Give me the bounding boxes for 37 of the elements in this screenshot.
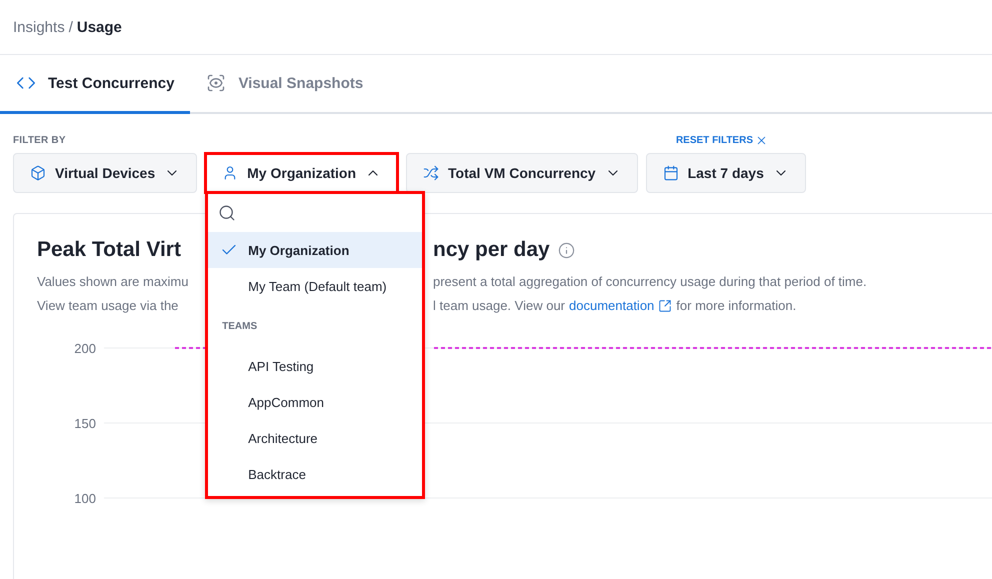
description-text: l team usage. View our xyxy=(433,297,565,315)
filter-dropdown[interactable]: Total VM Concurrency xyxy=(406,153,638,193)
description-text: Values shown are maximu xyxy=(37,273,190,291)
description-text: View team usage via the xyxy=(37,297,180,315)
menu-option[interactable]: Backtrace xyxy=(208,456,422,492)
close-icon xyxy=(755,134,768,147)
description-text: present a total aggregation of concurrency usage during that period of time. xyxy=(433,273,868,291)
menu-option[interactable]: AppCommon xyxy=(208,384,422,420)
menu-option[interactable]: API Testing xyxy=(208,348,422,384)
chart-title: ncy per day xyxy=(433,238,550,262)
axis-tick-label: 100 xyxy=(74,491,96,506)
filter-label: FILTER BY xyxy=(13,135,66,146)
breadcrumb-item: Usage xyxy=(76,18,122,36)
reset-filters-link[interactable]: RESET FILTERS xyxy=(676,134,768,147)
tab[interactable]: Test Concurrency xyxy=(0,55,190,114)
group-heading: TEAMS xyxy=(221,320,258,334)
menu-option[interactable]: My Team (Default team) xyxy=(208,268,422,304)
description-text: for more information. xyxy=(676,297,796,315)
filter-dropdown[interactable]: Virtual Devices xyxy=(13,153,198,193)
axis-tick-label: 200 xyxy=(74,341,96,356)
menu-option[interactable]: Architecture xyxy=(208,420,422,456)
breadcrumb-item[interactable]: Insights xyxy=(13,18,65,36)
shuffle-arrows-icon xyxy=(423,165,440,181)
calendar-icon xyxy=(662,165,679,181)
eye-icon xyxy=(206,73,226,93)
filter-dropdown[interactable]: My Organization xyxy=(205,153,398,193)
external-link-icon xyxy=(658,299,672,313)
filter-dropdown[interactable]: Last 7 days xyxy=(646,153,806,193)
chart-title: Peak Total Virt xyxy=(37,238,182,262)
info-icon xyxy=(558,242,575,258)
documentation-link[interactable]: documentation xyxy=(569,294,654,318)
menu-option[interactable]: My Organization xyxy=(208,232,422,268)
search-icon xyxy=(218,204,236,222)
axis-tick-label: 150 xyxy=(74,416,96,431)
breadcrumb-separator: / xyxy=(68,18,73,36)
cube-icon xyxy=(30,165,46,181)
tab[interactable]: Visual Snapshots xyxy=(190,55,380,114)
